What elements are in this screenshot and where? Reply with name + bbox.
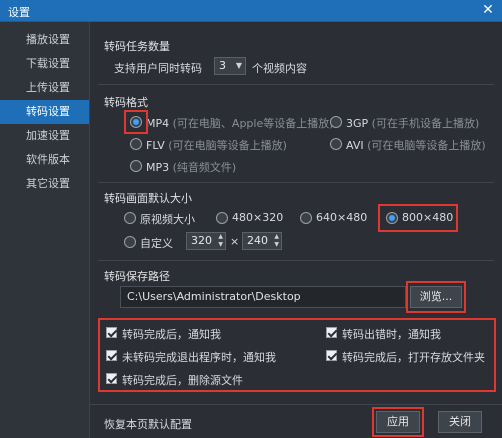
task-count-suffix: 个视频内容	[252, 62, 307, 75]
format-radio-mp3[interactable]	[130, 160, 142, 172]
size-radio-custom[interactable]	[124, 236, 136, 248]
stepper-arrows-icon: ▲ ▼	[274, 233, 279, 248]
size-radio-800x480[interactable]	[386, 212, 398, 224]
sidebar-item-upload[interactable]: 上传设置	[0, 76, 89, 100]
close-icon[interactable]: ✕	[480, 2, 496, 18]
chevron-down-icon: ▼	[235, 61, 242, 70]
sidebar-item-version[interactable]: 软件版本	[0, 148, 89, 172]
format-radio-mp4[interactable]	[130, 116, 142, 128]
custom-height-value: 240	[247, 234, 268, 247]
sidebar-item-label: 加速设置	[26, 129, 70, 142]
format-hint: (可在电脑、Apple等设备上播放)	[172, 117, 334, 130]
format-option-mp3: MP3 (纯音频文件)	[146, 159, 236, 175]
delete-source-checkbox[interactable]	[106, 373, 117, 384]
sidebar-item-playback[interactable]: 播放设置	[0, 28, 89, 52]
sidebar-item-label: 其它设置	[26, 177, 70, 190]
browse-button[interactable]: 浏览...	[410, 286, 462, 308]
sidebar-item-download[interactable]: 下载设置	[0, 52, 89, 76]
size-radio-640x480[interactable]	[300, 212, 312, 224]
format-hint: (可在电脑等设备上播放)	[168, 139, 287, 152]
checkbox-label: 转码完成后，删除源文件	[122, 374, 243, 387]
close-button[interactable]: 关闭	[438, 411, 482, 433]
task-count-value: 3	[219, 59, 226, 72]
sidebar: 播放设置 下载设置 上传设置 转码设置 加速设置 软件版本 其它设置	[0, 22, 90, 438]
task-count-select[interactable]: 3 ▼	[214, 57, 246, 75]
divider	[98, 260, 494, 261]
format-name: FLV	[146, 139, 165, 152]
custom-width-value: 320	[191, 234, 212, 247]
checkbox-label: 未转码完成退出程序时，通知我	[122, 351, 276, 364]
custom-height-stepper[interactable]: 240 ▲ ▼	[242, 232, 282, 250]
format-name: AVI	[346, 139, 364, 152]
sidebar-item-label: 下载设置	[26, 57, 70, 70]
format-radio-avi[interactable]	[330, 138, 342, 150]
divider	[98, 182, 494, 183]
format-option-3gp: 3GP (可在手机设备上播放)	[346, 115, 479, 131]
size-custom-label: 自定义	[140, 237, 173, 250]
save-path-input[interactable]: C:\Users\Administrator\Desktop	[120, 286, 406, 308]
checkbox-label: 转码完成后，通知我	[122, 328, 221, 341]
sidebar-item-label: 上传设置	[26, 81, 70, 94]
size-radio-480x320[interactable]	[216, 212, 228, 224]
divider	[98, 84, 494, 85]
notify-complete-checkbox[interactable]	[106, 327, 117, 338]
apply-button[interactable]: 应用	[376, 411, 420, 433]
title-bar: 设置 ✕	[0, 0, 502, 22]
format-option-flv: FLV (可在电脑等设备上播放)	[146, 137, 287, 153]
format-hint: (纯音频文件)	[172, 161, 237, 174]
size-option-label: 800×480	[402, 211, 454, 224]
format-radio-3gp[interactable]	[330, 116, 342, 128]
stepper-arrows-icon: ▲ ▼	[218, 233, 223, 248]
checkbox-label: 转码完成后，打开存放文件夹	[342, 351, 485, 364]
format-hint: (可在电脑等设备上播放)	[367, 139, 486, 152]
format-name: MP4	[146, 117, 170, 130]
task-count-title: 转码任务数量	[104, 40, 170, 53]
format-option-avi: AVI (可在电脑等设备上播放)	[346, 137, 486, 153]
size-radio-original[interactable]	[124, 212, 136, 224]
sidebar-item-label: 转码设置	[26, 105, 70, 118]
sidebar-item-other[interactable]: 其它设置	[0, 172, 89, 196]
times-symbol: ×	[230, 235, 240, 248]
custom-width-stepper[interactable]: 320 ▲ ▼	[186, 232, 226, 250]
format-name: 3GP	[346, 117, 369, 130]
size-option-label: 640×480	[316, 211, 368, 224]
format-title: 转码格式	[104, 96, 148, 109]
format-name: MP3	[146, 161, 170, 174]
sidebar-item-label: 播放设置	[26, 33, 70, 46]
size-title: 转码画面默认大小	[104, 192, 192, 205]
main-panel: 转码任务数量 支持用户同时转码 3 ▼ 个视频内容 转码格式 MP4 (可在电脑…	[90, 22, 502, 438]
format-radio-flv[interactable]	[130, 138, 142, 150]
sidebar-item-label: 软件版本	[26, 153, 70, 166]
restore-defaults-link[interactable]: 恢复本页默认配置	[104, 416, 192, 432]
checkbox-label: 转码出错时，通知我	[342, 328, 441, 341]
size-option-label: 480×320	[232, 211, 284, 224]
format-hint: (可在手机设备上播放)	[371, 117, 480, 130]
notify-exit-checkbox[interactable]	[106, 350, 117, 361]
size-option-label: 原视频大小	[140, 213, 195, 226]
window-title: 设置	[8, 6, 30, 19]
open-folder-checkbox[interactable]	[326, 350, 337, 361]
format-option-mp4: MP4 (可在电脑、Apple等设备上播放)	[146, 115, 334, 131]
divider	[90, 404, 502, 405]
notify-error-checkbox[interactable]	[326, 327, 337, 338]
sidebar-item-transcode[interactable]: 转码设置	[0, 100, 89, 124]
save-path-title: 转码保存路径	[104, 270, 170, 283]
sidebar-item-accelerate[interactable]: 加速设置	[0, 124, 89, 148]
task-count-prefix: 支持用户同时转码	[114, 62, 202, 75]
footer: 恢复本页默认配置 应用 关闭	[90, 404, 502, 438]
